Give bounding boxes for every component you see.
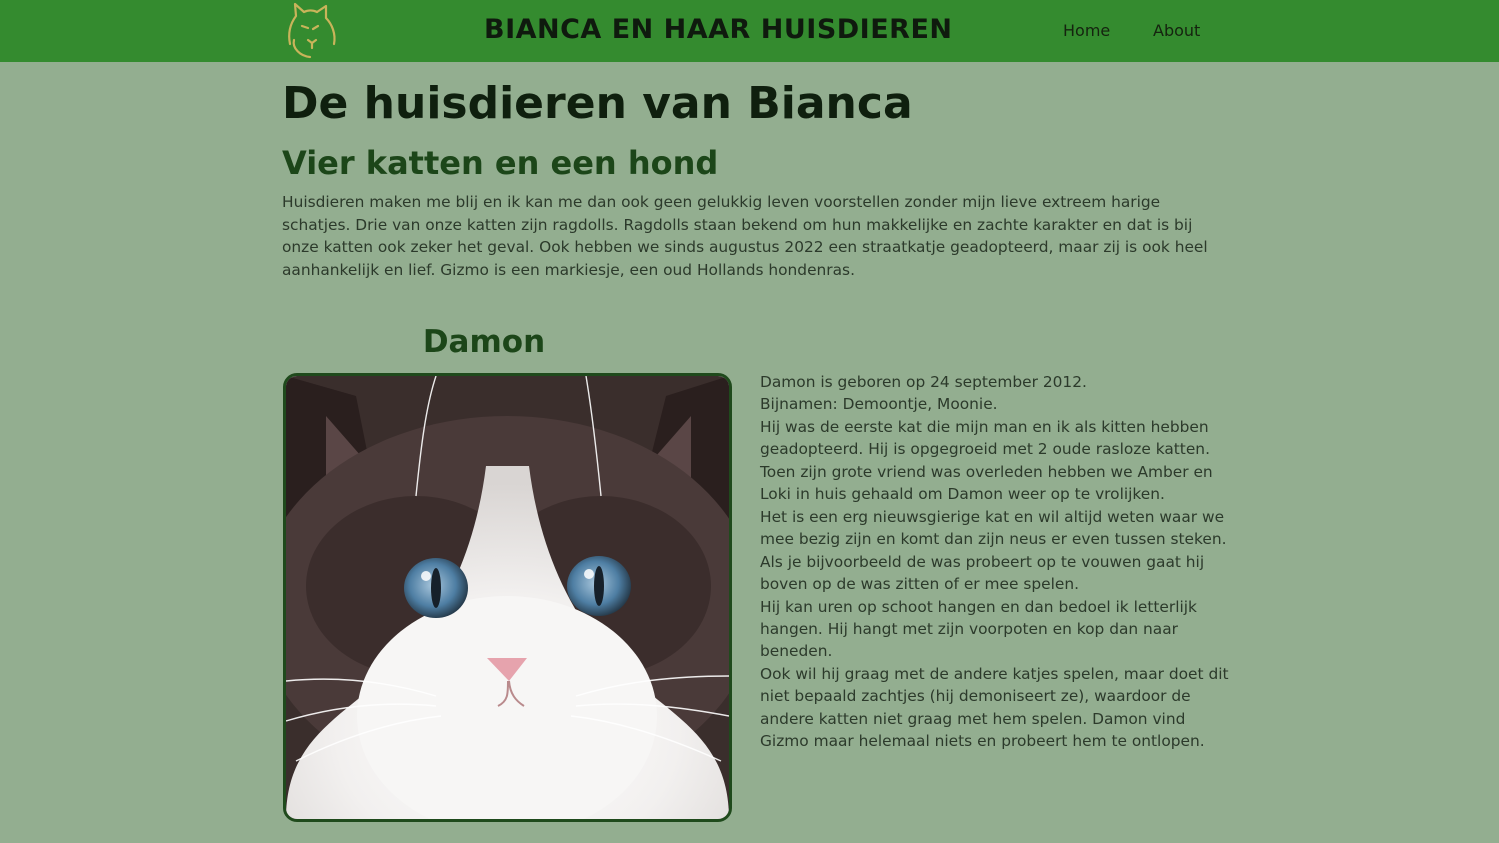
pet-description: Damon is geboren op 24 september 2012. B… — [760, 371, 1230, 753]
pet-description-line: Hij kan uren op schoot hangen en dan bed… — [760, 597, 1197, 661]
site-title: BIANCA EN HAAR HUISDIEREN — [484, 14, 953, 45]
cat-head-icon[interactable] — [282, 0, 342, 60]
intro-paragraph: Huisdieren maken me blij en ik kan me da… — [282, 193, 1208, 279]
pet-description-line: Ook wil hij graag met de andere katjes s… — [760, 664, 1229, 751]
pet-name-heading: Damon — [422, 324, 546, 360]
pet-description-line: Hij was de eerste kat die mijn man en ik… — [760, 417, 1210, 459]
page-title: De huisdieren van Bianca — [282, 78, 913, 129]
nav-home-link[interactable]: Home — [1063, 21, 1110, 40]
pet-description-line: Bijnamen: Demoontje, Moonie. — [760, 395, 998, 414]
top-navigation-bar: BIANCA EN HAAR HUISDIEREN Home About — [0, 0, 1499, 62]
pet-photo — [283, 373, 732, 822]
nav-about-link[interactable]: About — [1153, 21, 1200, 40]
pet-description-line: Het is een erg nieuwsgierige kat en wil … — [760, 507, 1227, 594]
page-subtitle: Vier katten en een hond — [282, 144, 719, 182]
pet-description-line: Damon is geboren op 24 september 2012. — [760, 373, 1087, 391]
pet-description-line: Toen zijn grote vriend was overleden heb… — [760, 462, 1213, 504]
